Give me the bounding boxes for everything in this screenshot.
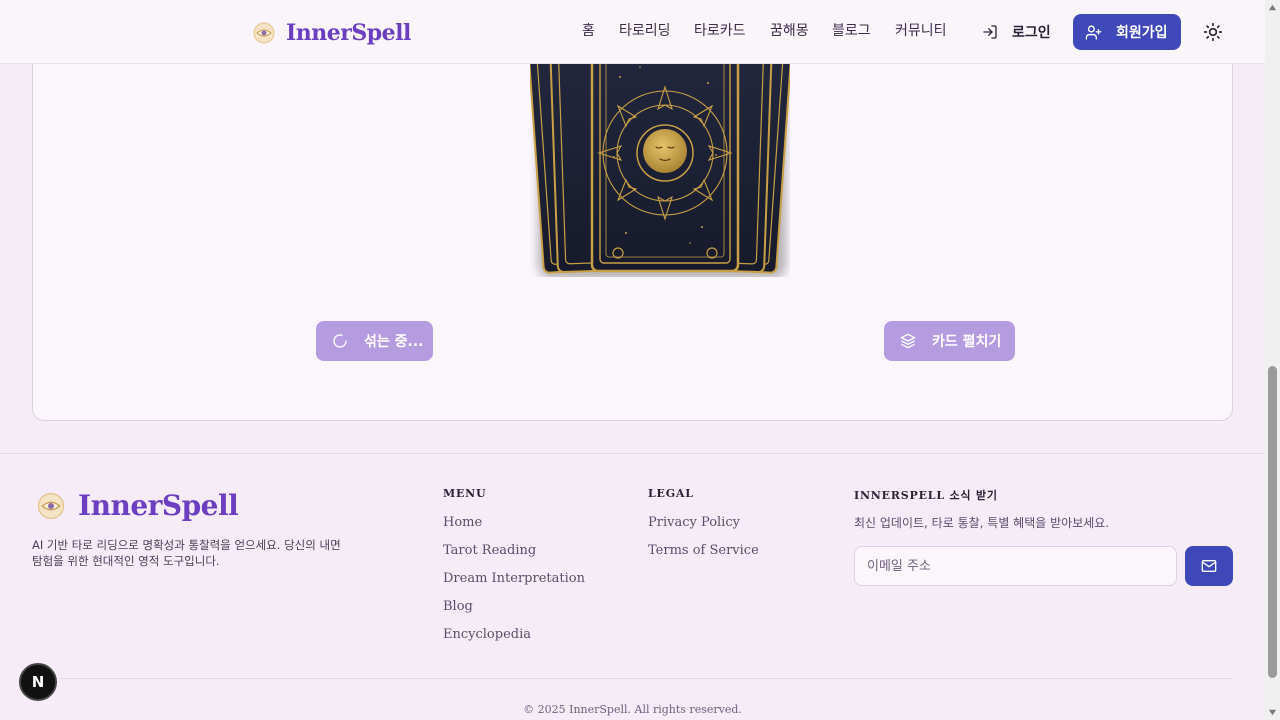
shuffle-label: 섞는 중... — [364, 334, 424, 350]
eye-sun-icon — [253, 22, 275, 44]
menu-heading: MENU — [443, 487, 487, 500]
footer-link-blog[interactable]: Blog — [443, 599, 473, 614]
nav-item-dream[interactable]: 꿈해몽 — [770, 20, 809, 40]
footer-link-privacy[interactable]: Privacy Policy — [648, 515, 740, 530]
footer-link-home[interactable]: Home — [443, 515, 482, 530]
login-button[interactable]: 로그인 — [982, 20, 1051, 44]
scroll-up-arrow-icon[interactable] — [1268, 3, 1277, 12]
copyright: © 2025 InnerSpell. All rights reserved. — [523, 703, 742, 716]
spread-label: 카드 펼치기 — [932, 334, 1002, 350]
scrollbar-thumb[interactable] — [1268, 366, 1277, 678]
log-in-icon — [983, 25, 997, 39]
nav-item-community[interactable]: 커뮤니티 — [895, 20, 947, 40]
login-label: 로그인 — [1012, 25, 1051, 41]
site-header: InnerSpell 홈 타로리딩 타로카드 꿈해몽 블로그 커뮤니티 로그인 … — [0, 0, 1265, 64]
header-logo[interactable]: InnerSpell — [252, 18, 411, 48]
page-scrollbar[interactable] — [1265, 0, 1280, 720]
nav-item-tarot-reading[interactable]: 타로리딩 — [619, 20, 671, 40]
footer-logo[interactable]: InnerSpell — [36, 489, 239, 522]
footer-bottom-divider — [60, 678, 1233, 679]
shuffle-button[interactable]: 섞는 중... — [316, 321, 433, 361]
footer-link-dream[interactable]: Dream Interpretation — [443, 571, 585, 586]
layers-icon — [900, 333, 916, 349]
eye-sun-icon — [37, 492, 65, 519]
scroll-down-arrow-icon[interactable] — [1268, 708, 1277, 717]
footer-link-encyclopedia[interactable]: Encyclopedia — [443, 627, 531, 642]
footer-divider — [0, 453, 1265, 454]
dev-badge-letter: N — [31, 673, 45, 691]
subscribe-button[interactable] — [1185, 546, 1233, 586]
footer-link-tarot-reading[interactable]: Tarot Reading — [443, 543, 536, 558]
tarot-deck-image — [530, 37, 790, 277]
mail-icon — [1201, 560, 1217, 572]
dev-tools-badge[interactable]: N — [19, 663, 57, 701]
spread-cards-button[interactable]: 카드 펼치기 — [884, 321, 1015, 361]
signup-label: 회원가입 — [1116, 25, 1168, 41]
nav-item-home[interactable]: 홈 — [582, 20, 595, 40]
user-plus-icon — [1085, 24, 1102, 40]
nav-item-blog[interactable]: 블로그 — [832, 20, 871, 40]
footer-brand-name: InnerSpell — [78, 489, 239, 522]
email-field[interactable] — [854, 546, 1177, 586]
newsletter-heading: INNERSPELL 소식 받기 — [854, 489, 998, 502]
signup-button[interactable]: 회원가입 — [1073, 14, 1181, 50]
brand-name: InnerSpell — [286, 20, 411, 46]
legal-heading: LEGAL — [648, 487, 694, 500]
footer-description: AI 기반 타로 리딩으로 명확성과 통찰력을 얻으세요. 당신의 내면 탐험을… — [32, 538, 341, 568]
loader-icon — [333, 334, 347, 348]
nav-item-tarot-cards[interactable]: 타로카드 — [694, 20, 746, 40]
newsletter-description: 최신 업데이트, 타로 통찰, 특별 혜택을 받아보세요. — [854, 516, 1110, 530]
footer-link-terms[interactable]: Terms of Service — [648, 543, 759, 558]
sun-icon[interactable] — [1203, 22, 1223, 42]
